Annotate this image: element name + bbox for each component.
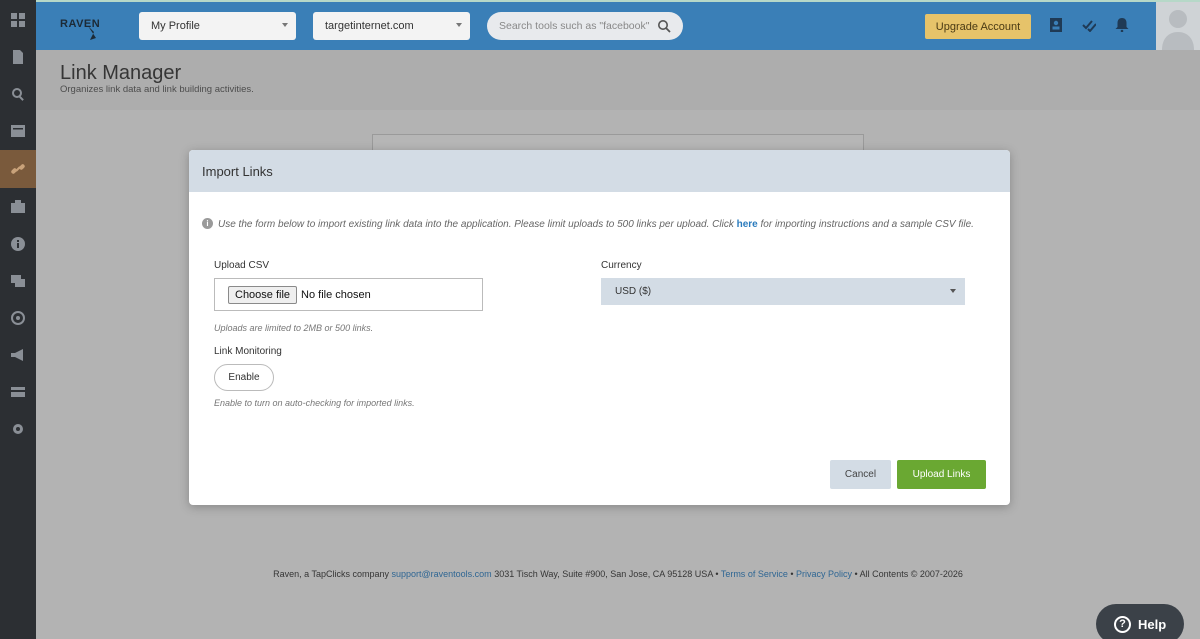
card-icon	[11, 387, 25, 397]
file-status: No file chosen	[301, 288, 371, 301]
instructions-link[interactable]: here	[737, 219, 758, 230]
csv-file-input[interactable]: Choose file No file chosen	[214, 278, 483, 311]
sidebar-item-dashboard[interactable]	[0, 2, 36, 38]
raven-logo[interactable]: RAVEN	[58, 12, 100, 42]
currency-label: Currency	[601, 260, 642, 271]
bell-icon[interactable]	[1115, 18, 1129, 33]
sidebar-item-messages[interactable]	[0, 263, 36, 299]
profile-select[interactable]: My Profile	[139, 12, 296, 40]
currency-select[interactable]: USD ($)	[601, 278, 965, 305]
cancel-button[interactable]: Cancel	[830, 460, 891, 489]
sidebar-item-links[interactable]	[0, 150, 36, 188]
instructions-text: Use the form below to import existing li…	[218, 219, 737, 230]
sidebar-item-briefcase[interactable]	[0, 189, 36, 225]
chevron-down-icon	[950, 289, 956, 293]
info-icon	[11, 237, 25, 251]
sidebar-item-documents[interactable]	[0, 39, 36, 75]
avatar[interactable]	[1156, 2, 1200, 50]
tasks-icon[interactable]	[1082, 18, 1097, 33]
chat-icon	[11, 275, 25, 287]
sidebar-item-search[interactable]	[0, 76, 36, 112]
modal-title: Import Links	[202, 163, 273, 179]
sidebar-item-target[interactable]	[0, 300, 36, 336]
report-icon	[11, 125, 25, 137]
modal-header: Import Links	[189, 150, 1010, 192]
upload-links-button[interactable]: Upload Links	[897, 460, 986, 489]
info-icon: i	[202, 218, 213, 229]
gear-icon	[13, 424, 23, 434]
monitoring-hint: Enable to turn on auto-checking for impo…	[214, 398, 415, 408]
left-sidebar	[0, 0, 36, 639]
link-icon	[11, 164, 25, 174]
question-icon: ?	[1114, 615, 1131, 633]
briefcase-icon	[11, 200, 25, 213]
sidebar-item-settings[interactable]	[0, 411, 36, 447]
site-select[interactable]: targetinternet.com	[313, 12, 470, 40]
upload-csv-label: Upload CSV	[214, 260, 270, 271]
upgrade-account-button[interactable]: Upgrade Account	[925, 14, 1031, 39]
choose-file-button[interactable]: Choose file	[228, 285, 298, 304]
search-placeholder: Search tools such as "facebook"	[499, 20, 650, 32]
link-monitoring-label: Link Monitoring	[214, 346, 282, 357]
enable-monitoring-button[interactable]: Enable	[214, 364, 274, 391]
help-label: Help	[1138, 616, 1167, 632]
help-button[interactable]: ? Help	[1096, 604, 1184, 639]
chevron-down-icon	[456, 23, 462, 27]
profile-select-value: My Profile	[151, 20, 200, 32]
instructions-text-end: for importing instructions and a sample …	[757, 219, 974, 230]
sidebar-item-info[interactable]	[0, 226, 36, 262]
document-icon	[13, 50, 23, 64]
megaphone-icon	[11, 349, 23, 361]
import-links-modal: Import Links i Use the form below to imp…	[189, 150, 1010, 505]
chevron-down-icon	[282, 23, 288, 27]
site-select-value: targetinternet.com	[325, 20, 414, 32]
dashboard-icon	[11, 13, 25, 27]
contacts-icon[interactable]	[1049, 18, 1063, 32]
sidebar-item-reports[interactable]	[0, 113, 36, 149]
sidebar-item-billing[interactable]	[0, 374, 36, 410]
search-icon[interactable]	[657, 19, 671, 33]
import-instructions: i Use the form below to import existing …	[202, 218, 992, 231]
upload-hint: Uploads are limited to 2MB or 500 links.	[214, 323, 374, 333]
search-icon	[12, 88, 24, 101]
sidebar-item-social[interactable]	[0, 337, 36, 373]
target-icon	[11, 311, 25, 325]
top-header: RAVEN My Profile targetinternet.com Sear…	[36, 0, 1200, 50]
tool-search-input[interactable]: Search tools such as "facebook"	[487, 12, 683, 40]
currency-value: USD ($)	[615, 286, 652, 297]
